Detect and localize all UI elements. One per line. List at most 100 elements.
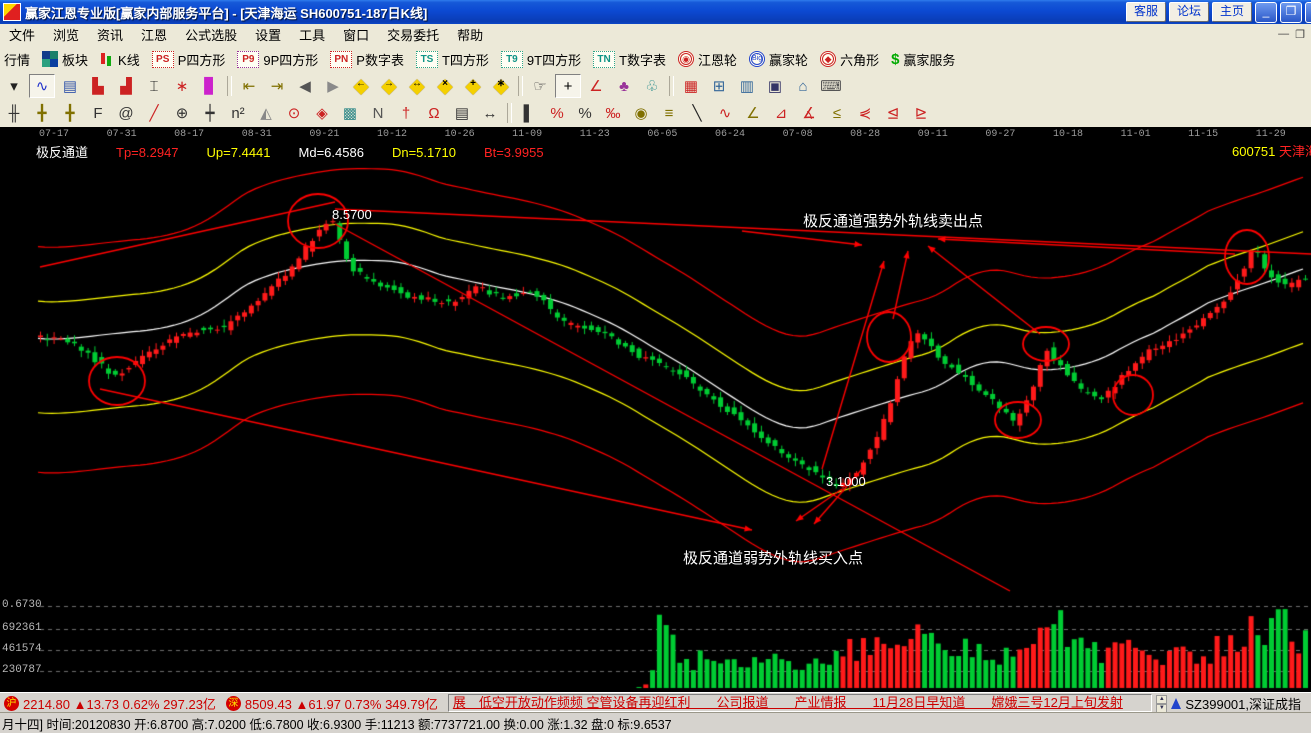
toolbar-9p-square-button[interactable]: P99P四方形 [233, 50, 326, 69]
main-toolbar: 行情板块K线PSP四方形P99P四方形PNP数字表TST四方形T99T四方形TN… [0, 45, 1311, 74]
su-fan-icon[interactable]: ⋞ [852, 101, 878, 125]
kline3-icon[interactable]: ▙ [85, 74, 111, 98]
gold-fan-icon[interactable]: ∠ [740, 101, 766, 125]
f-fan-icon[interactable]: ∡ [796, 101, 822, 125]
menu-item-1[interactable]: 文件 [0, 23, 44, 46]
mdi-restore-icon[interactable]: ❐ [1295, 28, 1305, 41]
grid123-icon[interactable]: ▤ [449, 101, 475, 125]
computer-icon[interactable]: ⌨ [818, 74, 844, 98]
menu-item-4[interactable]: 江恩 [132, 23, 176, 46]
gann-grid-icon[interactable]: ╫ [1, 101, 27, 125]
si-fan-icon[interactable]: ⊵ [908, 101, 934, 125]
toolbar-t-square-button[interactable]: TST四方形 [412, 50, 497, 69]
menu-item-9[interactable]: 交易委托 [378, 23, 448, 46]
percent-line-icon[interactable]: % [544, 101, 570, 125]
menu-item-6[interactable]: 设置 [246, 23, 290, 46]
grid-box-icon[interactable]: ▩ [337, 101, 363, 125]
indicator-name[interactable]: 极反通道 [36, 145, 88, 160]
calculator-icon[interactable]: ⊞ [706, 74, 732, 98]
speed-fan-icon[interactable]: ≤ [824, 101, 850, 125]
toolbar-winner-wheel-button[interactable]: Big赢家轮 [745, 50, 816, 69]
news-ticker[interactable]: 展 低空开放动作频频 空管设备再迎红利 公司报道 产业情报 11月28日早知道 … [448, 694, 1153, 712]
gold-lines-icon[interactable]: ≡ [656, 101, 682, 125]
toolbar-kline-button[interactable]: K线 [96, 50, 148, 69]
toolbar-t-table-button[interactable]: TNT数字表 [589, 50, 674, 69]
hand-icon[interactable]: ☞ [527, 74, 553, 98]
restore-button[interactable]: ❐ [1280, 2, 1302, 23]
pencil-icon[interactable]: ╱ [141, 101, 167, 125]
menu-item-7[interactable]: 工具 [290, 23, 334, 46]
menu-item-5[interactable]: 公式选股 [176, 23, 246, 46]
spiral-tool-icon[interactable]: ♧ [639, 74, 665, 98]
shen-tool-icon[interactable]: † [393, 101, 419, 125]
zoom-in-icon[interactable]: ◆+ [460, 74, 486, 98]
fibo-f-icon[interactable]: F [85, 101, 111, 125]
pan-both-icon[interactable]: ◆↔ [404, 74, 430, 98]
menu-item-10[interactable]: 帮助 [448, 23, 492, 46]
histogram-icon[interactable]: ▊ [197, 74, 223, 98]
forum-button[interactable]: 论坛 [1169, 2, 1209, 22]
win-tool-icon[interactable]: Ω [421, 101, 447, 125]
toolbar-gann-wheel-label: 江恩轮 [698, 50, 737, 69]
n2-icon[interactable]: n² [225, 101, 251, 125]
close-button[interactable]: × [1305, 2, 1311, 23]
menu-item-3[interactable]: 资讯 [88, 23, 132, 46]
hexagon-icon: ◆ [820, 51, 836, 67]
toolbar-9t-square-button[interactable]: T99T四方形 [497, 50, 589, 69]
toolbar-hexagon-button[interactable]: ◆六角形 [816, 50, 887, 69]
time-circle-icon[interactable]: ⊕ [169, 101, 195, 125]
percent-icon[interactable]: % [572, 101, 598, 125]
pan-right-icon[interactable]: ◆→ [376, 74, 402, 98]
toolbar-blocks-button[interactable]: 板块 [38, 50, 96, 69]
web-icon[interactable]: ◈ [309, 101, 335, 125]
notes-icon[interactable]: ▥ [734, 74, 760, 98]
menu-item-8[interactable]: 窗口 [334, 23, 378, 46]
arc-tool-icon[interactable]: ∿ [712, 101, 738, 125]
next-bar-icon[interactable]: ▶ [320, 74, 346, 98]
overlay-chart-icon[interactable]: ∿ [29, 74, 55, 98]
clipboard-icon[interactable]: ▤ [57, 74, 83, 98]
menu-item-2[interactable]: 浏览 [44, 23, 88, 46]
network-icon[interactable]: ⌂ [790, 74, 816, 98]
dropdown-caret-icon[interactable]: ▾ [1, 74, 27, 98]
brush-icon[interactable]: ╲ [684, 101, 710, 125]
j-fan-icon[interactable]: ⊿ [768, 101, 794, 125]
gold-grid-icon[interactable]: ╋ [29, 101, 55, 125]
gold-circle-icon[interactable]: ◉ [628, 101, 654, 125]
ruler-icon[interactable]: ┿ [197, 101, 223, 125]
fan-icon[interactable]: ◭ [253, 101, 279, 125]
permille-icon[interactable]: ‰ [600, 101, 626, 125]
kline-chart-canvas[interactable] [0, 127, 1311, 692]
toolbar-p-table-button[interactable]: PNP数字表 [326, 50, 412, 69]
last-bar-icon[interactable]: ⇥ [264, 74, 290, 98]
toolbar-gann-wheel-button[interactable]: ◉江恩轮 [674, 50, 745, 69]
minimize-button[interactable]: _ [1255, 2, 1277, 23]
gold-grid2-icon[interactable]: ╋ [57, 101, 83, 125]
target-icon[interactable]: ⊙ [281, 101, 307, 125]
toolbar-quotes-button[interactable]: 行情 [0, 50, 38, 69]
homepage-button[interactable]: 主页 [1212, 2, 1252, 22]
toolbar-p-square-button[interactable]: PSP四方形 [148, 50, 234, 69]
toolbar-service-button[interactable]: $赢家服务 [887, 50, 963, 69]
span-icon[interactable]: ↔ [477, 101, 503, 125]
spiral-icon[interactable]: @ [113, 101, 139, 125]
candle-style-icon[interactable]: ⌶ [141, 74, 167, 98]
kline9-icon[interactable]: ▟ [113, 74, 139, 98]
customer-service-button[interactable]: 客服 [1126, 2, 1166, 22]
zoom-fit-icon[interactable]: ◆∗ [488, 74, 514, 98]
calendar-icon[interactable]: ▦ [678, 74, 704, 98]
crosshair-icon[interactable]: + [555, 74, 581, 98]
ticker-spinner[interactable]: ▲▼ [1156, 695, 1167, 711]
pan-left-icon[interactable]: ◆← [348, 74, 374, 98]
mdi-minimize-icon[interactable]: — [1278, 28, 1289, 41]
angle-measure-icon[interactable]: ∠ [583, 74, 609, 98]
column-tool-icon[interactable]: ▌ [516, 101, 542, 125]
wave-mark-icon[interactable]: N [365, 101, 391, 125]
zoom-out-icon[interactable]: ◆× [432, 74, 458, 98]
save-icon[interactable]: ▣ [762, 74, 788, 98]
first-bar-icon[interactable]: ⇤ [236, 74, 262, 98]
ying-fan-icon[interactable]: ⊴ [880, 101, 906, 125]
prev-bar-icon[interactable]: ◀ [292, 74, 318, 98]
flower-tool-icon[interactable]: ♣ [611, 74, 637, 98]
knot-icon[interactable]: ∗ [169, 74, 195, 98]
